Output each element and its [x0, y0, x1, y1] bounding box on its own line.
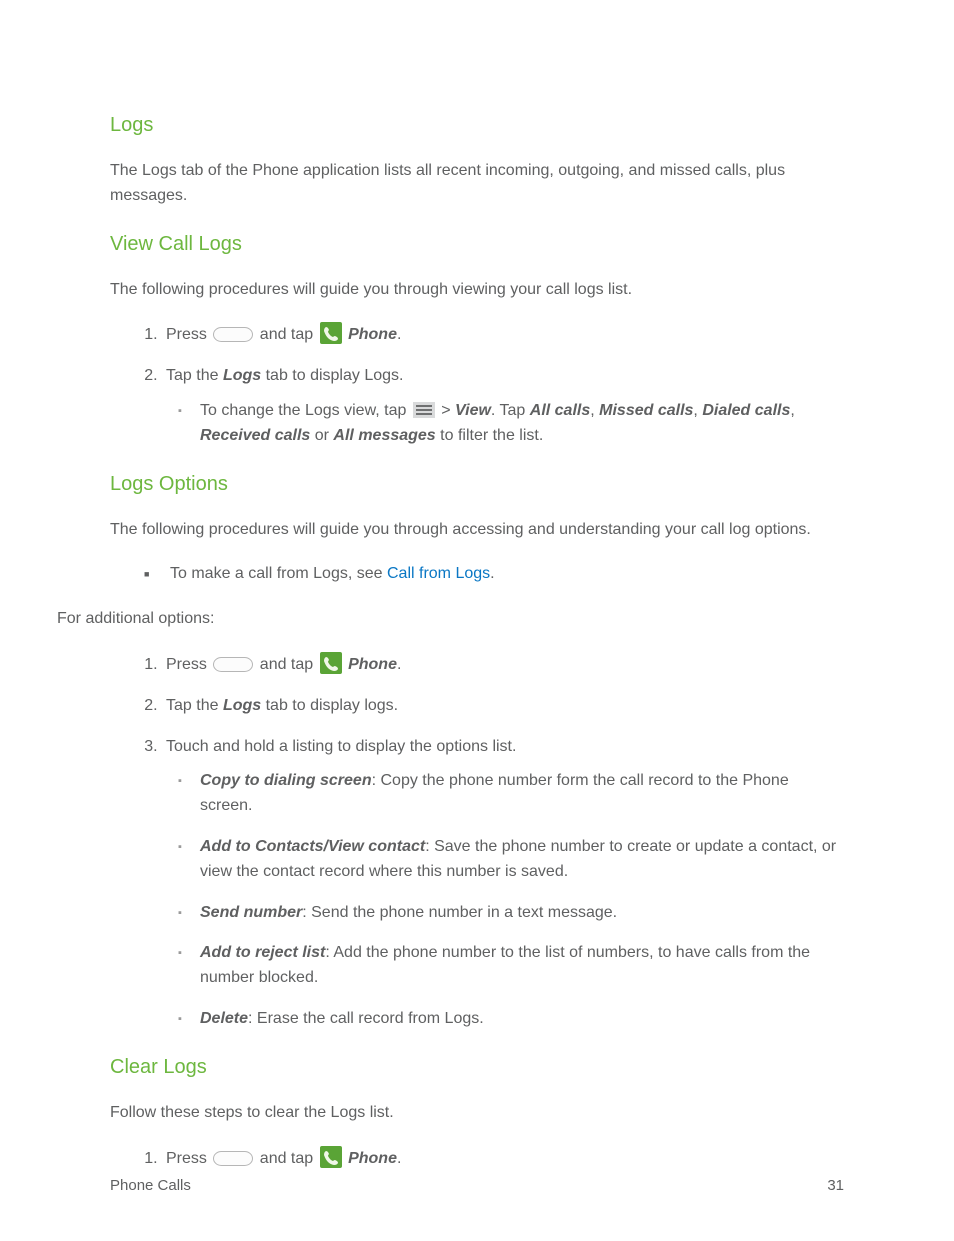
all-messages-label: All messages	[333, 427, 435, 444]
sub-bullets: To change the Logs view, tap > View. Tap…	[166, 399, 844, 449]
home-button-icon	[213, 1151, 253, 1166]
phone-label: Phone	[344, 656, 397, 673]
list-item: Press and tap Phone.	[162, 322, 844, 348]
intro-clear-logs: Follow these steps to clear the Logs lis…	[110, 1101, 844, 1126]
text: and tap	[255, 656, 317, 673]
phone-icon	[320, 1146, 342, 1168]
text: .	[490, 565, 494, 582]
text: Press	[166, 326, 211, 343]
add-to-reject-list-label: Add to reject list	[200, 944, 325, 961]
additional-options-label: For additional options:	[57, 607, 844, 632]
text: Tap the	[166, 697, 223, 714]
page: Logs The Logs tab of the Phone applicati…	[0, 0, 954, 1241]
phone-label: Phone	[344, 1150, 397, 1167]
text: Touch and hold a listing to display the …	[166, 738, 516, 755]
text: ,	[693, 402, 702, 419]
list-item: Send number: Send the phone number in a …	[196, 901, 844, 926]
all-calls-label: All calls	[530, 402, 590, 419]
text: >	[437, 402, 455, 419]
heading-clear-logs: Clear Logs	[110, 1052, 844, 1083]
list-item: To change the Logs view, tap > View. Tap…	[196, 399, 844, 449]
phone-icon	[320, 652, 342, 674]
list-item: Press and tap Phone.	[162, 1146, 844, 1172]
received-calls-label: Received calls	[200, 427, 310, 444]
page-number: 31	[827, 1174, 844, 1197]
text: tab to display Logs.	[261, 367, 403, 384]
text: .	[397, 656, 401, 673]
phone-label: Phone	[344, 326, 397, 343]
intro-logs-options: The following procedures will guide you …	[110, 518, 844, 543]
intro-view-call-logs: The following procedures will guide you …	[110, 278, 844, 303]
list-item: To make a call from Logs, see Call from …	[166, 562, 844, 587]
list-item: Tap the Logs tab to display logs.	[162, 694, 844, 719]
list-item: Press and tap Phone.	[162, 652, 844, 678]
call-from-logs-link[interactable]: Call from Logs	[387, 565, 490, 582]
text: : Send the phone number in a text messag…	[302, 904, 617, 921]
phone-icon	[320, 322, 342, 344]
menu-icon	[413, 402, 435, 418]
text: .	[397, 326, 401, 343]
missed-calls-label: Missed calls	[599, 402, 693, 419]
list-item: Tap the Logs tab to display Logs. To cha…	[162, 364, 844, 448]
home-button-icon	[213, 657, 253, 672]
text: Tap the	[166, 367, 223, 384]
list-item: Delete: Erase the call record from Logs.	[196, 1007, 844, 1032]
text: .	[397, 1150, 401, 1167]
send-number-label: Send number	[200, 904, 302, 921]
logs-tab-label: Logs	[223, 367, 261, 384]
text: tab to display logs.	[261, 697, 398, 714]
text: Press	[166, 1150, 211, 1167]
options-sublist: Copy to dialing screen: Copy the phone n…	[166, 769, 844, 1031]
heading-logs: Logs	[110, 110, 844, 141]
text: to filter the list.	[436, 427, 544, 444]
text: and tap	[255, 326, 317, 343]
text: To change the Logs view, tap	[200, 402, 411, 419]
add-to-contacts-label: Add to Contacts/View contact	[200, 838, 425, 855]
footer: Phone Calls 31	[110, 1174, 844, 1197]
text: ,	[590, 402, 599, 419]
dialed-calls-label: Dialed calls	[702, 402, 790, 419]
list-item: Copy to dialing screen: Copy the phone n…	[196, 769, 844, 819]
text: and tap	[255, 1150, 317, 1167]
list-item: Add to reject list: Add the phone number…	[196, 941, 844, 991]
logs-options-steps: Press and tap Phone. Tap the Logs tab to…	[110, 652, 844, 1032]
delete-label: Delete	[200, 1010, 248, 1027]
home-button-icon	[213, 327, 253, 342]
footer-section-title: Phone Calls	[110, 1174, 191, 1197]
text: : Erase the call record from Logs.	[248, 1010, 484, 1027]
list-item: Touch and hold a listing to display the …	[162, 735, 844, 1032]
heading-logs-options: Logs Options	[110, 469, 844, 500]
heading-view-call-logs: View Call Logs	[110, 229, 844, 260]
view-call-logs-steps: Press and tap Phone. Tap the Logs tab to…	[110, 322, 844, 448]
view-label: View	[455, 402, 491, 419]
text: To make a call from Logs, see	[170, 565, 387, 582]
clear-logs-steps: Press and tap Phone.	[110, 1146, 844, 1172]
intro-logs: The Logs tab of the Phone application li…	[110, 159, 844, 209]
copy-to-dialing-label: Copy to dialing screen	[200, 772, 372, 789]
logs-tab-label: Logs	[223, 697, 261, 714]
list-item: Add to Contacts/View contact: Save the p…	[196, 835, 844, 885]
text: . Tap	[491, 402, 530, 419]
text: Press	[166, 656, 211, 673]
text: ,	[790, 402, 794, 419]
text: or	[310, 427, 333, 444]
make-call-bullet: To make a call from Logs, see Call from …	[110, 562, 844, 587]
